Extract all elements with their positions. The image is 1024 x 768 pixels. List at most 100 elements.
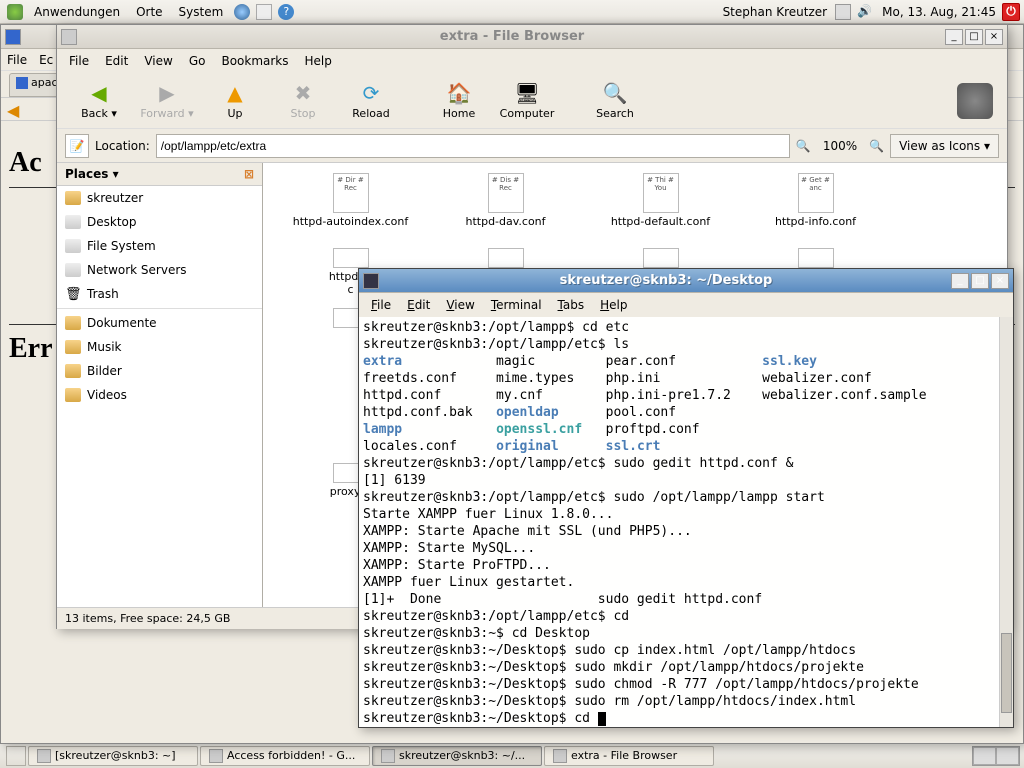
taskbar-label: Access forbidden! - G... bbox=[227, 749, 355, 762]
file-icon: # Dir # Rec bbox=[333, 173, 369, 213]
back-button[interactable]: ◀Back ▾ bbox=[65, 81, 133, 120]
minimize-button[interactable]: _ bbox=[945, 29, 963, 45]
top-panel: Anwendungen Orte System ? Stephan Kreutz… bbox=[0, 0, 1024, 24]
scrollbar[interactable] bbox=[999, 317, 1013, 727]
help-icon[interactable]: ? bbox=[278, 4, 294, 20]
place-label: File System bbox=[87, 239, 156, 253]
forward-button: ▶Forward ▾ bbox=[133, 81, 201, 120]
applications-menu[interactable]: Anwendungen bbox=[26, 5, 128, 19]
term-menu-file[interactable]: File bbox=[363, 298, 399, 312]
drive-icon bbox=[65, 263, 81, 277]
terminal-output[interactable]: skreutzer@sknb3:/opt/lampp$ cd etc skreu… bbox=[359, 317, 1013, 727]
workspace-switcher[interactable] bbox=[972, 746, 1020, 766]
term-menu-terminal[interactable]: Terminal bbox=[483, 298, 550, 312]
place-label: skreutzer bbox=[87, 191, 143, 205]
file-label: httpd-default.conf bbox=[583, 215, 738, 228]
maximize-button[interactable]: □ bbox=[971, 273, 989, 289]
keyboard-icon[interactable] bbox=[835, 4, 851, 20]
close-button[interactable]: × bbox=[985, 29, 1003, 45]
location-input[interactable] bbox=[156, 134, 790, 158]
power-button[interactable]: ⏻ bbox=[1002, 3, 1020, 21]
file-label: httpd-info.conf bbox=[738, 215, 893, 228]
term-menu-help[interactable]: Help bbox=[592, 298, 635, 312]
folder-icon bbox=[65, 191, 81, 205]
taskbar-button[interactable]: [skreutzer@sknb3: ~] bbox=[28, 746, 198, 766]
term-menu-tabs[interactable]: Tabs bbox=[550, 298, 593, 312]
browser-edit-menu[interactable]: Ec bbox=[39, 53, 53, 67]
place-label: Bilder bbox=[87, 364, 122, 378]
computer-button[interactable]: 🖥Computer bbox=[493, 81, 561, 120]
close-button[interactable]: × bbox=[991, 273, 1009, 289]
minimize-button[interactable]: _ bbox=[951, 273, 969, 289]
mail-icon[interactable] bbox=[256, 4, 272, 20]
file-item[interactable]: # Thi # Youhttpd-default.conf bbox=[583, 173, 738, 248]
volume-icon[interactable]: 🔊 bbox=[857, 4, 873, 20]
place-label: Trash bbox=[87, 287, 119, 301]
place-network-servers[interactable]: Network Servers bbox=[57, 258, 262, 282]
drive-icon bbox=[65, 239, 81, 253]
place-musik[interactable]: Musik bbox=[57, 335, 262, 359]
fb-menu-file[interactable]: File bbox=[61, 54, 97, 68]
place-trash[interactable]: 🗑Trash bbox=[57, 282, 262, 306]
file-item[interactable]: # Dis # Rechttpd-dav.conf bbox=[428, 173, 583, 248]
home-button[interactable]: 🏠Home bbox=[425, 81, 493, 120]
file-label: httpd-autoindex.conf bbox=[273, 215, 428, 228]
file-icon: # Get # anc bbox=[798, 173, 834, 213]
terminal-window: skreutzer@sknb3: ~/Desktop _ □ × FileEdi… bbox=[358, 268, 1014, 728]
places-sidebar: Places ▾ ⊠ skreutzer Desktop File System Ne… bbox=[57, 163, 263, 607]
taskbar-label: extra - File Browser bbox=[571, 749, 677, 762]
app-icon bbox=[37, 749, 51, 763]
taskbar-label: [skreutzer@sknb3: ~] bbox=[55, 749, 176, 762]
places-menu[interactable]: Orte bbox=[128, 5, 170, 19]
file-item[interactable]: # Dir # Rec httpd-autoindex.conf bbox=[273, 173, 428, 248]
globe-icon[interactable] bbox=[234, 4, 250, 20]
app-icon bbox=[553, 749, 567, 763]
taskbar-button[interactable]: Access forbidden! - G... bbox=[200, 746, 370, 766]
show-desktop-button[interactable] bbox=[6, 746, 26, 766]
nav-back-icon[interactable]: ◀ bbox=[7, 101, 19, 120]
fb-menu-go[interactable]: Go bbox=[181, 54, 214, 68]
folder-icon bbox=[65, 340, 81, 354]
file-icon: # Dis # Rec bbox=[488, 173, 524, 213]
place-dokumente[interactable]: Dokumente bbox=[57, 311, 262, 335]
browser-app-icon bbox=[5, 29, 21, 45]
app-icon bbox=[381, 749, 395, 763]
edit-location-icon[interactable]: 📝 bbox=[65, 134, 89, 158]
place-desktop[interactable]: Desktop bbox=[57, 210, 262, 234]
place-bilder[interactable]: Bilder bbox=[57, 359, 262, 383]
term-menu-view[interactable]: View bbox=[438, 298, 482, 312]
folder-icon bbox=[65, 316, 81, 330]
folder-icon bbox=[65, 388, 81, 402]
file-browser-menubar: FileEditViewGoBookmarksHelp bbox=[57, 49, 1007, 73]
view-mode-select[interactable]: View as Icons ▾ bbox=[890, 134, 999, 158]
up-button[interactable]: ▲Up bbox=[201, 81, 269, 120]
terminal-titlebar[interactable]: skreutzer@sknb3: ~/Desktop _ □ × bbox=[359, 269, 1013, 293]
place-file-system[interactable]: File System bbox=[57, 234, 262, 258]
term-menu-edit[interactable]: Edit bbox=[399, 298, 438, 312]
place-skreutzer[interactable]: skreutzer bbox=[57, 186, 262, 210]
sidebar-close-icon[interactable]: ⊠ bbox=[244, 167, 254, 181]
zoom-out-icon[interactable]: 🔍 bbox=[796, 139, 811, 153]
fb-menu-view[interactable]: View bbox=[136, 54, 180, 68]
gnome-foot-icon bbox=[7, 4, 23, 20]
taskbar-button[interactable]: extra - File Browser bbox=[544, 746, 714, 766]
taskbar-button[interactable]: skreutzer@sknb3: ~/... bbox=[372, 746, 542, 766]
system-menu[interactable]: System bbox=[171, 5, 232, 19]
app-icon bbox=[209, 749, 223, 763]
browser-file-menu[interactable]: File bbox=[7, 53, 27, 67]
search-button[interactable]: 🔍Search bbox=[581, 81, 649, 120]
place-videos[interactable]: Videos bbox=[57, 383, 262, 407]
places-header[interactable]: Places ▾ ⊠ bbox=[57, 163, 262, 186]
file-item[interactable]: # Get # anc httpd-info.conf bbox=[738, 173, 893, 248]
maximize-button[interactable]: □ bbox=[965, 29, 983, 45]
reload-button[interactable]: ⟳Reload bbox=[337, 81, 405, 120]
user-name[interactable]: Stephan Kreutzer bbox=[723, 5, 828, 19]
fb-menu-help[interactable]: Help bbox=[297, 54, 340, 68]
fb-menu-edit[interactable]: Edit bbox=[97, 54, 136, 68]
file-browser-titlebar[interactable]: extra - File Browser _ □ × bbox=[57, 25, 1007, 49]
clock[interactable]: Mo, 13. Aug, 21:45 bbox=[882, 5, 996, 19]
fb-menu-bookmarks[interactable]: Bookmarks bbox=[213, 54, 296, 68]
zoom-in-icon[interactable]: 🔍 bbox=[869, 139, 884, 153]
place-label: Videos bbox=[87, 388, 127, 402]
place-label: Musik bbox=[87, 340, 122, 354]
